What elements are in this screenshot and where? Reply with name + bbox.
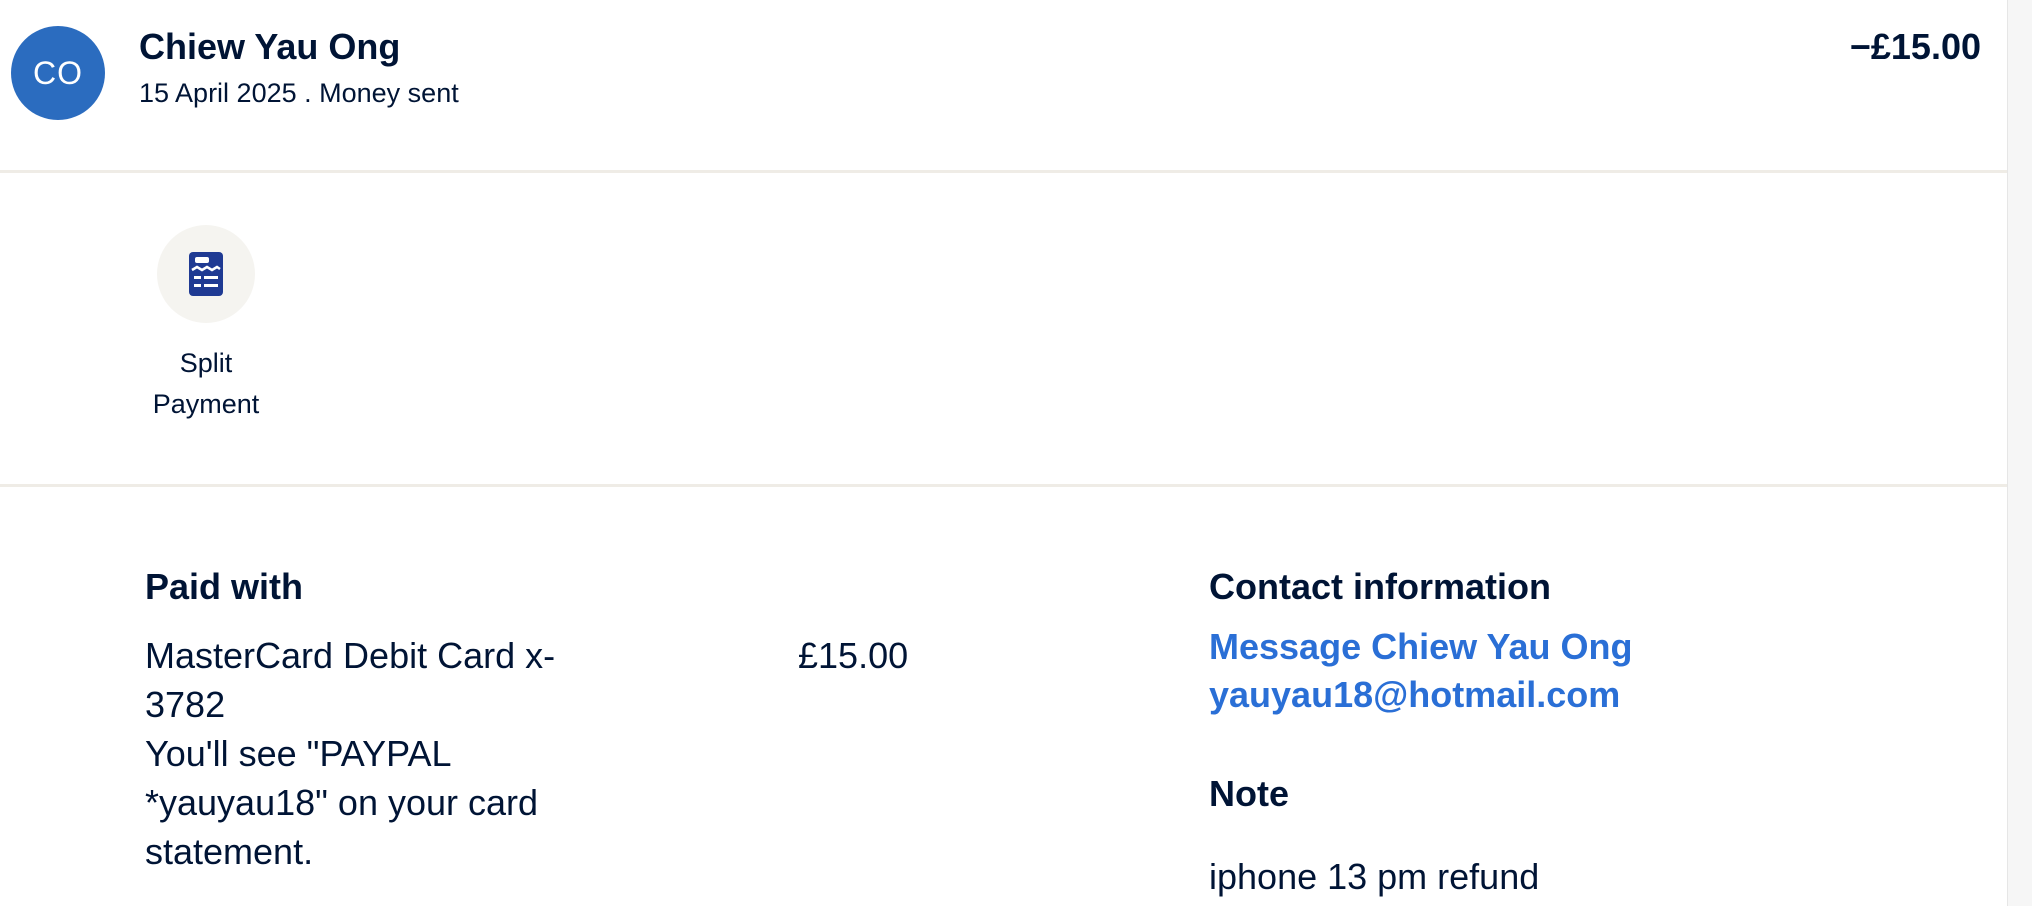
statement-line1: You'll see "PAYPAL bbox=[145, 733, 452, 774]
note-text: iphone 13 pm refund bbox=[1209, 856, 1540, 897]
header-divider bbox=[0, 170, 2007, 173]
card-name-line1: MasterCard Debit Card x- bbox=[145, 635, 556, 676]
transaction-subtitle: 15 April 2025 . Money sent bbox=[139, 78, 459, 109]
transaction-type: Money sent bbox=[319, 78, 459, 108]
statement-line3: statement. bbox=[145, 831, 314, 872]
avatar: CO bbox=[11, 26, 105, 120]
message-contact-link[interactable]: Message Chiew Yau Ong bbox=[1209, 626, 1632, 668]
contact-email-link[interactable]: yauyau18@hotmail.com bbox=[1209, 674, 1620, 716]
note-title: Note bbox=[1209, 773, 1289, 814]
split-payment-icon-circle bbox=[157, 225, 255, 323]
receipt-icon bbox=[189, 252, 223, 296]
actions-divider bbox=[0, 484, 2007, 487]
split-payment-label: Split Payment bbox=[152, 348, 260, 419]
transaction-date: 15 April 2025 bbox=[139, 78, 297, 108]
recipient-name: Chiew Yau Ong bbox=[139, 26, 401, 67]
scrollbar-track[interactable] bbox=[2007, 0, 2032, 906]
contact-information-title: Contact information bbox=[1209, 566, 1551, 607]
subtitle-separator: . bbox=[296, 78, 320, 108]
transaction-detail-panel: CO Chiew Yau Ong 15 April 2025 . Money s… bbox=[0, 0, 2007, 906]
transaction-amount: −£15.00 bbox=[1849, 26, 1981, 67]
paid-amount: £15.00 bbox=[798, 635, 909, 676]
split-payment-button[interactable]: Split Payment bbox=[140, 225, 272, 425]
avatar-initials: CO bbox=[33, 54, 83, 91]
paid-with-title: Paid with bbox=[145, 566, 304, 607]
card-name-line2: 3782 bbox=[145, 684, 226, 725]
payment-method-details: MasterCard Debit Card x- 3782 You'll see… bbox=[145, 631, 665, 876]
statement-line2: *yauyau18" on your card bbox=[145, 782, 539, 823]
